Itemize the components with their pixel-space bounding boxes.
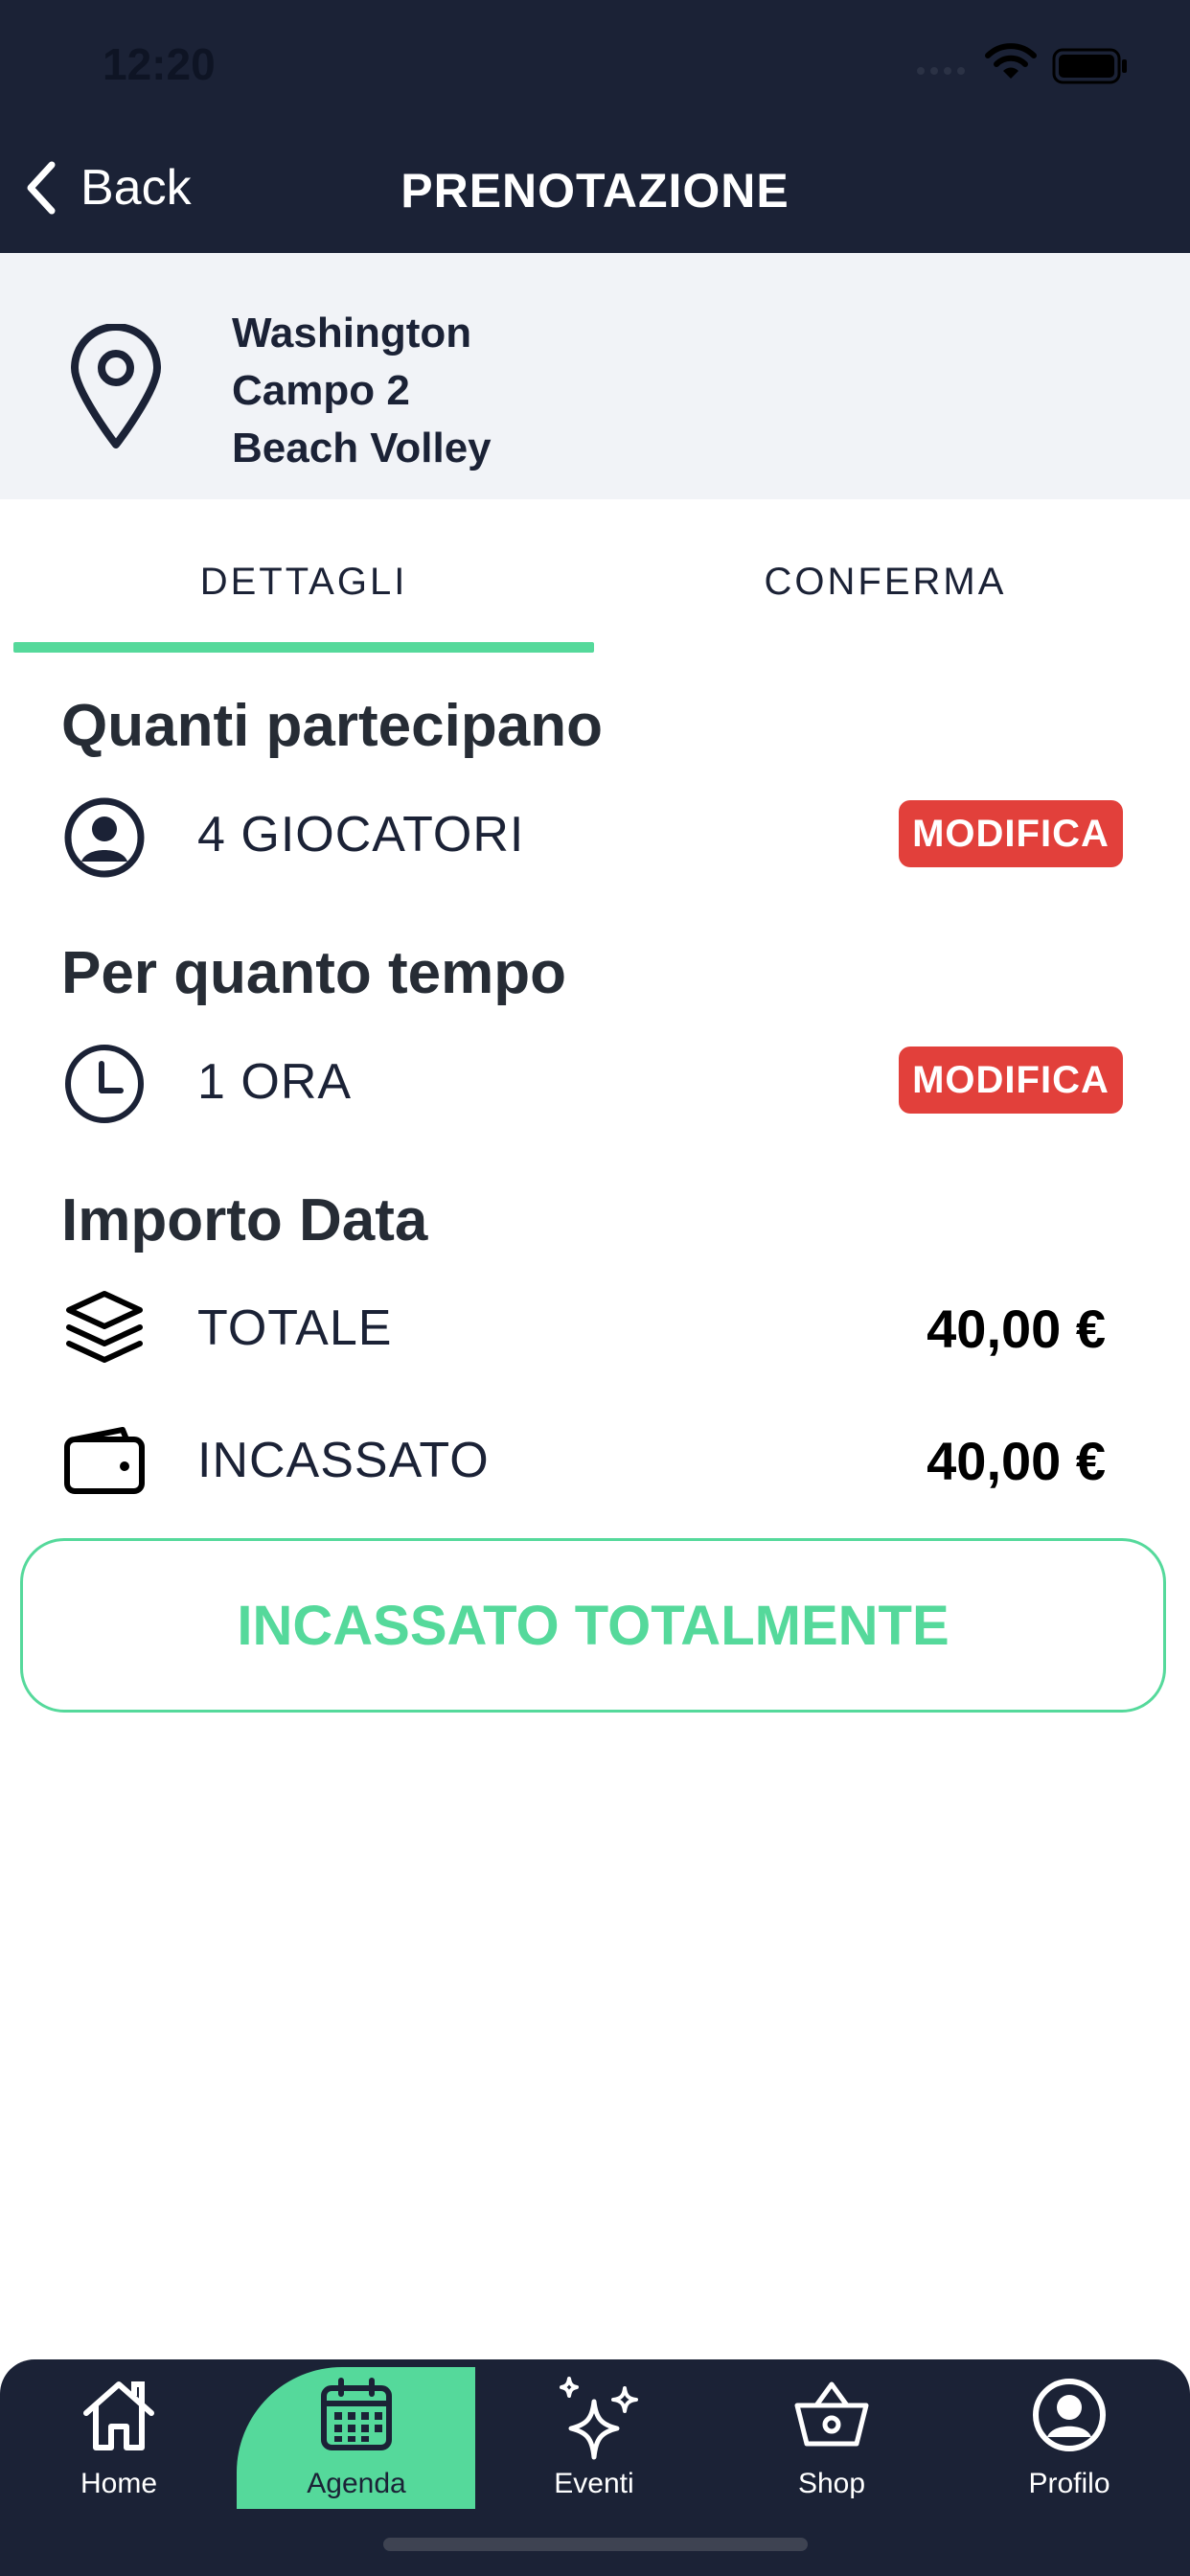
location-details: Washington Campo 2 Beach Volley: [232, 305, 492, 477]
home-icon: [83, 2381, 154, 2450]
tab-shop[interactable]: Shop: [713, 2377, 950, 2530]
wallet-icon: [64, 1427, 145, 1494]
clock-icon: [65, 1045, 144, 1123]
location-name: Washington: [232, 310, 472, 356]
total-value: 40,00 €: [927, 1299, 1106, 1359]
page-title: PRENOTAZIONE: [400, 164, 790, 218]
tab-conferma[interactable]: CONFERMA: [594, 561, 1177, 609]
total-label: TOTALE: [197, 1300, 393, 1356]
cellular-signal-icon: [917, 67, 965, 75]
tab-profilo-label: Profilo: [1028, 2468, 1110, 2499]
duration-title: Per quanto tempo: [61, 940, 567, 1006]
tab-agenda-label: Agenda: [307, 2468, 406, 2499]
collected-label: INCASSATO: [197, 1433, 490, 1488]
duration-value: 1 ORA: [197, 1054, 353, 1110]
sport-name: Beach Volley: [232, 425, 492, 472]
home-indicator: [383, 2538, 808, 2551]
edit-participants-button[interactable]: MODIFICA: [899, 800, 1123, 867]
location-panel: [0, 253, 1190, 499]
battery-icon: [1052, 48, 1127, 84]
calendar-icon: [321, 2378, 392, 2450]
participants-value: 4 GIOCATORI: [197, 807, 525, 862]
tab-eventi[interactable]: Eventi: [475, 2377, 713, 2530]
basket-icon: [794, 2381, 869, 2447]
participants-title: Quanti partecipano: [61, 693, 603, 759]
layers-icon: [66, 1291, 143, 1363]
collected-value: 40,00 €: [927, 1431, 1106, 1491]
tab-profilo[interactable]: Profilo: [950, 2377, 1188, 2530]
fully-collected-button[interactable]: INCASSATO TOTALMENTE: [20, 1538, 1166, 1713]
court-name: Campo 2: [232, 367, 410, 414]
tab-dettagli[interactable]: DETTAGLI: [13, 561, 594, 609]
wifi-icon: [985, 43, 1037, 79]
status-time: 12:20: [103, 39, 216, 89]
edit-duration-button[interactable]: MODIFICA: [899, 1046, 1123, 1114]
tab-home[interactable]: Home: [0, 2377, 238, 2530]
active-tab-indicator: [13, 642, 594, 653]
tab-eventi-label: Eventi: [554, 2468, 634, 2499]
user-circle-icon: [64, 797, 145, 878]
tab-shop-label: Shop: [797, 2468, 866, 2499]
location-pin-icon: [71, 324, 161, 448]
tab-home-label: Home: [80, 2468, 158, 2499]
profile-icon: [1033, 2379, 1106, 2451]
sparkles-icon: [560, 2377, 638, 2460]
amount-title: Importo Data: [61, 1187, 428, 1254]
tab-agenda[interactable]: Agenda: [238, 2377, 475, 2530]
